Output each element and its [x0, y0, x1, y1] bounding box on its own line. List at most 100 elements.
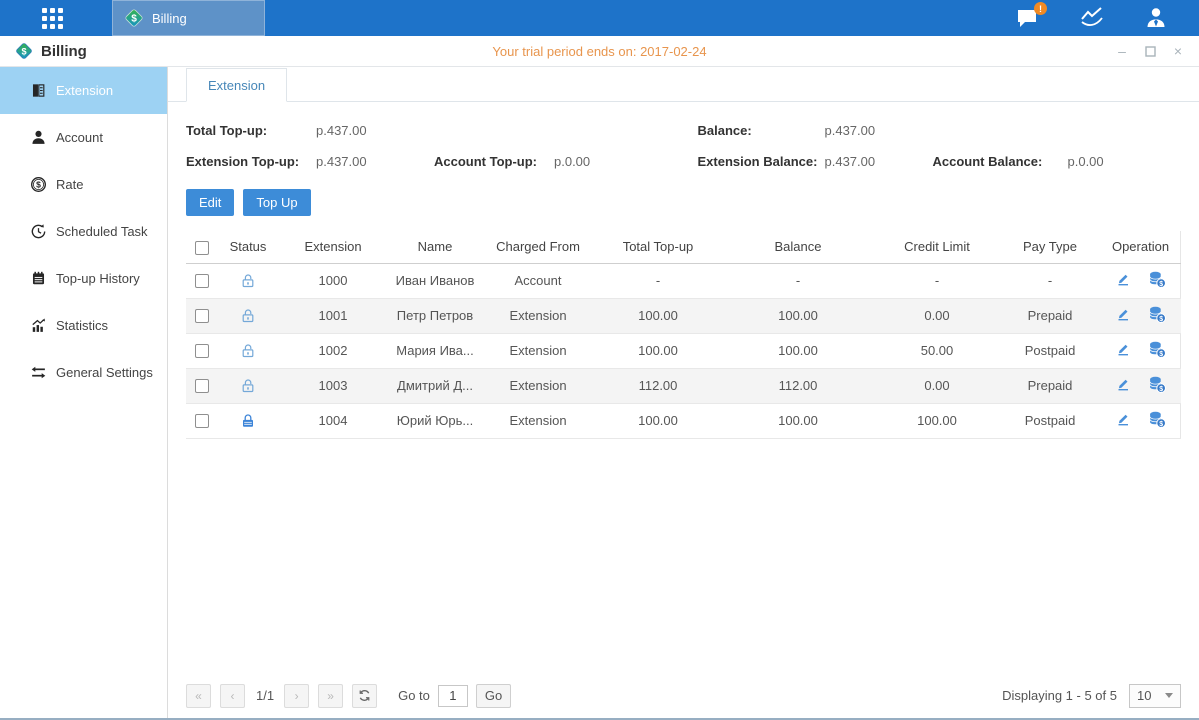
cell-total-topup: 112.00: [594, 368, 722, 403]
svg-text:$: $: [131, 14, 137, 25]
refresh-button[interactable]: [352, 684, 377, 708]
minimize-button[interactable]: –: [1115, 44, 1129, 58]
app-tab-label: Billing: [152, 11, 187, 26]
svg-text:$: $: [1160, 281, 1164, 288]
window-title-bar: Your trial period ends on: 2017-02-24 $ …: [0, 36, 1199, 67]
balance-label: Balance:: [698, 123, 825, 138]
edit-icon[interactable]: [1115, 411, 1131, 430]
go-button[interactable]: Go: [476, 684, 511, 708]
status-unlocked-icon: [240, 343, 256, 359]
ledger-icon: [30, 82, 47, 99]
svg-text:$: $: [21, 46, 26, 56]
sidebar-item-label: General Settings: [56, 365, 153, 380]
row-checkbox[interactable]: [195, 379, 209, 393]
last-page-button[interactable]: »: [318, 684, 343, 708]
cell-extension: 1001: [278, 298, 388, 333]
cell-pay-type: Prepaid: [1000, 298, 1100, 333]
tab-extension[interactable]: Extension: [186, 68, 287, 102]
edit-button[interactable]: Edit: [186, 189, 234, 216]
topup-icon[interactable]: $: [1148, 270, 1166, 291]
sidebar: Extension Account $ Rate Scheduled Task …: [0, 67, 168, 718]
balance-value: p.437.00: [825, 123, 876, 138]
table-row[interactable]: 1001 Петр Петров Extension 100.00 100.00…: [186, 298, 1181, 333]
notification-badge: !: [1034, 2, 1047, 15]
svg-text:$: $: [1160, 386, 1164, 393]
app-tab-billing[interactable]: $ Billing: [112, 0, 265, 36]
edit-icon[interactable]: [1115, 271, 1131, 290]
svg-text:$: $: [36, 180, 41, 190]
sidebar-item-label: Scheduled Task: [56, 224, 148, 239]
topup-icon[interactable]: $: [1148, 410, 1166, 431]
cell-pay-type: Prepaid: [1000, 368, 1100, 403]
account-topup-value: p.0.00: [554, 154, 590, 169]
cell-balance: 100.00: [722, 403, 874, 438]
sidebar-item-topup-history[interactable]: Top-up History: [0, 255, 167, 302]
edit-icon[interactable]: [1115, 341, 1131, 360]
cell-credit-limit: -: [874, 263, 1000, 298]
first-page-button[interactable]: «: [186, 684, 211, 708]
status-unlocked-icon: [240, 378, 256, 394]
row-checkbox[interactable]: [195, 344, 209, 358]
topup-icon[interactable]: $: [1148, 375, 1166, 396]
column-header-name: Name: [388, 231, 482, 263]
dollar-circle-icon: $: [30, 176, 47, 193]
prev-page-button[interactable]: ‹: [220, 684, 245, 708]
cell-charged-from: Extension: [482, 298, 594, 333]
cell-total-topup: 100.00: [594, 333, 722, 368]
sidebar-item-rate[interactable]: $ Rate: [0, 161, 167, 208]
cell-pay-type: -: [1000, 263, 1100, 298]
topup-icon[interactable]: $: [1148, 340, 1166, 361]
column-header-credit-limit: Credit Limit: [874, 231, 1000, 263]
next-page-button[interactable]: ›: [284, 684, 309, 708]
line-chart-icon[interactable]: [1079, 5, 1105, 31]
maximize-button[interactable]: [1143, 44, 1157, 58]
row-checkbox[interactable]: [195, 274, 209, 288]
select-all-checkbox[interactable]: [195, 241, 209, 255]
sidebar-item-extension[interactable]: Extension: [0, 67, 167, 114]
page-size-select[interactable]: 10: [1129, 684, 1181, 708]
cell-extension: 1002: [278, 333, 388, 368]
sidebar-item-label: Account: [56, 130, 103, 145]
sidebar-item-general-settings[interactable]: General Settings: [0, 349, 167, 396]
row-checkbox[interactable]: [195, 414, 209, 428]
cell-total-topup: -: [594, 263, 722, 298]
table-row[interactable]: 1004 Юрий Юрь... Extension 100.00 100.00…: [186, 403, 1181, 438]
column-header-status: Status: [218, 231, 278, 263]
topup-icon[interactable]: $: [1148, 305, 1166, 326]
extension-balance-value: p.437.00: [825, 154, 933, 169]
top-up-button[interactable]: Top Up: [243, 189, 310, 216]
goto-page-input[interactable]: [438, 685, 468, 707]
edit-icon[interactable]: [1115, 306, 1131, 325]
displaying-text: Displaying 1 - 5 of 5: [1002, 688, 1117, 703]
table-row[interactable]: 1003 Дмитрий Д... Extension 112.00 112.0…: [186, 368, 1181, 403]
window-title: Billing: [41, 43, 87, 60]
cell-credit-limit: 50.00: [874, 333, 1000, 368]
cell-balance: 100.00: [722, 298, 874, 333]
page-size-value: 10: [1137, 688, 1151, 703]
chat-message-icon[interactable]: !: [1015, 5, 1041, 31]
sidebar-item-account[interactable]: Account: [0, 114, 167, 161]
sidebar-item-scheduled-task[interactable]: Scheduled Task: [0, 208, 167, 255]
edit-icon[interactable]: [1115, 376, 1131, 395]
close-button[interactable]: ×: [1171, 44, 1185, 58]
user-icon[interactable]: [1143, 5, 1169, 31]
cell-extension: 1004: [278, 403, 388, 438]
table-row[interactable]: 1002 Мария Ива... Extension 100.00 100.0…: [186, 333, 1181, 368]
sidebar-item-label: Top-up History: [56, 271, 140, 286]
extension-balance-label: Extension Balance:: [698, 154, 825, 169]
table-row[interactable]: 1000 Иван Иванов Account - - - - $: [186, 263, 1181, 298]
cell-name: Юрий Юрь...: [388, 403, 482, 438]
total-topup-value: p.437.00: [316, 123, 367, 138]
row-checkbox[interactable]: [195, 309, 209, 323]
page-indicator: 1/1: [256, 688, 274, 703]
bar-chart-icon: [30, 317, 47, 334]
apps-grid-icon[interactable]: [32, 0, 72, 36]
person-icon: [30, 129, 47, 146]
column-header-operation: Operation: [1100, 231, 1181, 263]
extension-table-body: 1000 Иван Иванов Account - - - - $ 1001 …: [186, 263, 1181, 438]
sidebar-item-statistics[interactable]: Statistics: [0, 302, 167, 349]
cell-charged-from: Extension: [482, 333, 594, 368]
cell-charged-from: Extension: [482, 403, 594, 438]
cell-credit-limit: 0.00: [874, 368, 1000, 403]
chevron-down-icon: [1165, 693, 1173, 698]
